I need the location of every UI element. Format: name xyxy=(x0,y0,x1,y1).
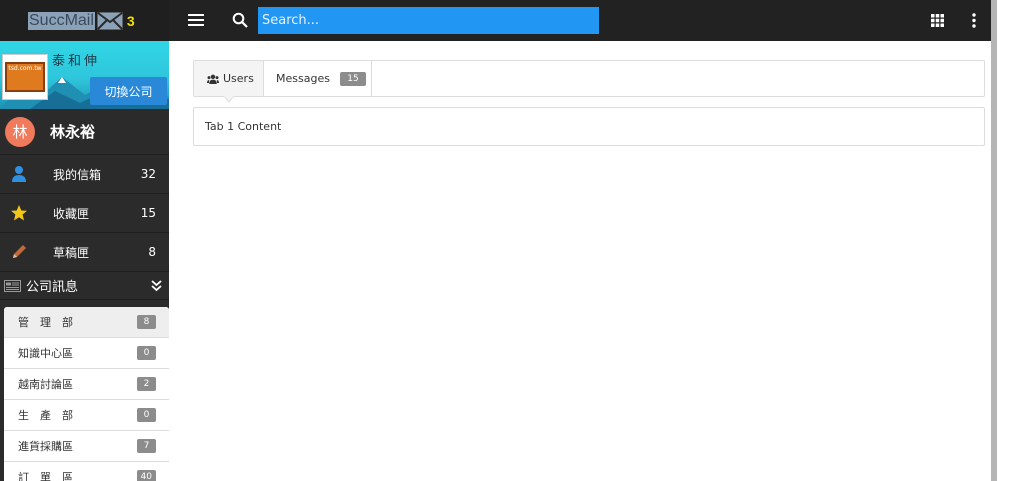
envelope-icon xyxy=(97,11,123,30)
nav-label: 我的信箱 xyxy=(53,167,102,182)
tab-label: Users xyxy=(223,72,254,85)
search-input[interactable] xyxy=(258,7,599,34)
app-logo[interactable]: SuccMail 3 xyxy=(0,0,169,41)
tab-users[interactable]: Users xyxy=(194,61,264,103)
unread-count: 3 xyxy=(126,12,135,29)
nav-count: 8 xyxy=(148,245,156,259)
company-logo: tsd.com.tw xyxy=(2,54,48,100)
users-icon xyxy=(207,74,219,84)
company-name: 泰和伸 xyxy=(52,54,101,69)
app-logo-text: SuccMail xyxy=(28,11,95,30)
department-list: 管 理 部 8 知識中心區 0 越南討論區 2 生 產 部 0 進貨採購區 7 … xyxy=(4,307,169,481)
list-item-label: 知識中心區 xyxy=(18,347,73,360)
count-badge: 7 xyxy=(137,439,156,453)
list-item[interactable]: 管 理 部 8 xyxy=(4,307,169,338)
switch-company-button[interactable]: 切換公司 xyxy=(90,77,167,105)
list-item-label: 管 理 部 xyxy=(18,316,73,329)
tab-messages[interactable]: Messages 15 xyxy=(264,61,372,96)
sidebar: SuccMail 3 tsd.com.tw 泰和伸 切換公司 林 林永裕 我的信… xyxy=(0,0,169,481)
avatar: 林 xyxy=(5,116,35,147)
user-profile[interactable]: 林 林永裕 xyxy=(0,109,169,155)
list-item[interactable]: 越南討論區 2 xyxy=(4,369,169,400)
newspaper-icon xyxy=(4,280,21,292)
search-icon[interactable] xyxy=(232,12,248,28)
count-badge: 0 xyxy=(137,346,156,360)
nav-item-drafts[interactable]: 草稿匣 8 xyxy=(0,233,169,272)
star-icon xyxy=(11,205,27,221)
chevron-double-down-icon[interactable] xyxy=(151,280,162,292)
list-item-label: 越南討論區 xyxy=(18,378,73,391)
nav-item-favorites[interactable]: 收藏匣 15 xyxy=(0,194,169,233)
tab-panel-content: Tab 1 Content xyxy=(205,120,282,133)
tab-label: Messages xyxy=(276,72,330,85)
top-bar xyxy=(169,0,991,41)
nav-count: 15 xyxy=(140,206,156,220)
list-item[interactable]: 知識中心區 0 xyxy=(4,338,169,369)
pencil-icon xyxy=(13,245,26,258)
user-icon xyxy=(12,166,26,182)
list-item-label: 生 產 部 xyxy=(18,409,73,422)
count-badge: 15 xyxy=(339,71,366,86)
section-company-news[interactable]: 公司訊息 xyxy=(0,272,169,300)
count-badge: 40 xyxy=(136,470,156,481)
nav-item-inbox[interactable]: 我的信箱 32 xyxy=(0,155,169,194)
main-content: Users Messages 15 Tab 1 Content xyxy=(169,41,991,481)
company-logo-text: tsd.com.tw xyxy=(5,62,45,92)
more-vertical-icon[interactable] xyxy=(972,13,976,28)
list-item[interactable]: 進貨採購區 7 xyxy=(4,431,169,462)
active-tab-caret-icon xyxy=(224,96,234,103)
list-item-label: 訂 單 區 xyxy=(18,471,73,481)
nav-label: 草稿匣 xyxy=(53,245,90,260)
tab-bar: Users Messages 15 xyxy=(193,60,985,103)
apps-grid-icon[interactable] xyxy=(931,14,944,27)
list-item-label: 進貨採購區 xyxy=(18,440,73,453)
count-badge: 2 xyxy=(137,377,156,391)
list-item[interactable]: 訂 單 區 40 xyxy=(4,462,169,481)
count-badge: 0 xyxy=(137,408,156,422)
hamburger-menu-icon[interactable] xyxy=(188,14,204,26)
user-name: 林永裕 xyxy=(50,123,96,141)
nav-label: 收藏匣 xyxy=(53,206,90,221)
list-item[interactable]: 生 產 部 0 xyxy=(4,400,169,431)
section-label: 公司訊息 xyxy=(26,280,79,295)
company-banner: tsd.com.tw 泰和伸 切換公司 xyxy=(0,41,169,109)
nav-count: 32 xyxy=(140,167,156,181)
page-edge xyxy=(997,0,1024,481)
count-badge: 8 xyxy=(137,315,156,329)
tab-panel: Tab 1 Content xyxy=(193,107,985,146)
